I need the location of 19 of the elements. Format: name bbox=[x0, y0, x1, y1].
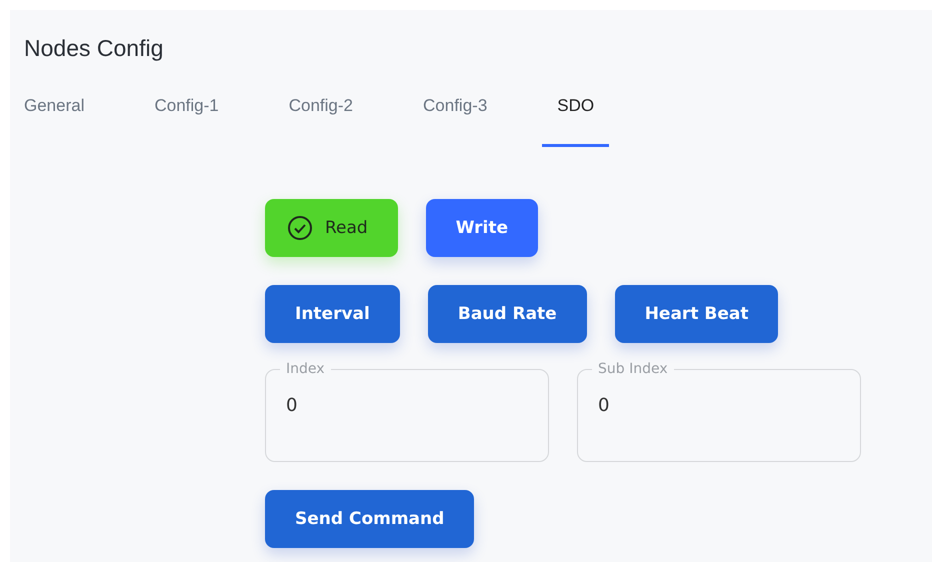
field-value[interactable]: 0 bbox=[598, 395, 838, 416]
page-title: Nodes Config bbox=[24, 35, 164, 62]
parameter-button[interactable]: Heart Beat bbox=[614, 285, 778, 343]
tab[interactable]: General bbox=[10, 92, 100, 147]
write-button[interactable]: Write bbox=[426, 199, 538, 257]
input-field[interactable]: Sub Index 0 bbox=[577, 361, 861, 462]
parameter-button[interactable]: Baud Rate bbox=[428, 285, 587, 343]
send-command-button[interactable]: Send Command bbox=[265, 490, 474, 548]
parameter-button[interactable]: Interval bbox=[265, 285, 400, 343]
tab[interactable]: SDO bbox=[542, 92, 610, 147]
tab[interactable]: Config-2 bbox=[274, 92, 368, 147]
input-field[interactable]: Index 0 bbox=[265, 361, 549, 462]
read-button[interactable]: Read bbox=[265, 199, 398, 257]
field-label: Sub Index bbox=[597, 361, 669, 377]
tab[interactable]: Config-3 bbox=[408, 92, 502, 147]
tab[interactable]: Config-1 bbox=[139, 92, 234, 147]
field-label: Index bbox=[285, 361, 326, 377]
check-circle-icon bbox=[287, 215, 313, 241]
field-value[interactable]: 0 bbox=[286, 395, 526, 416]
